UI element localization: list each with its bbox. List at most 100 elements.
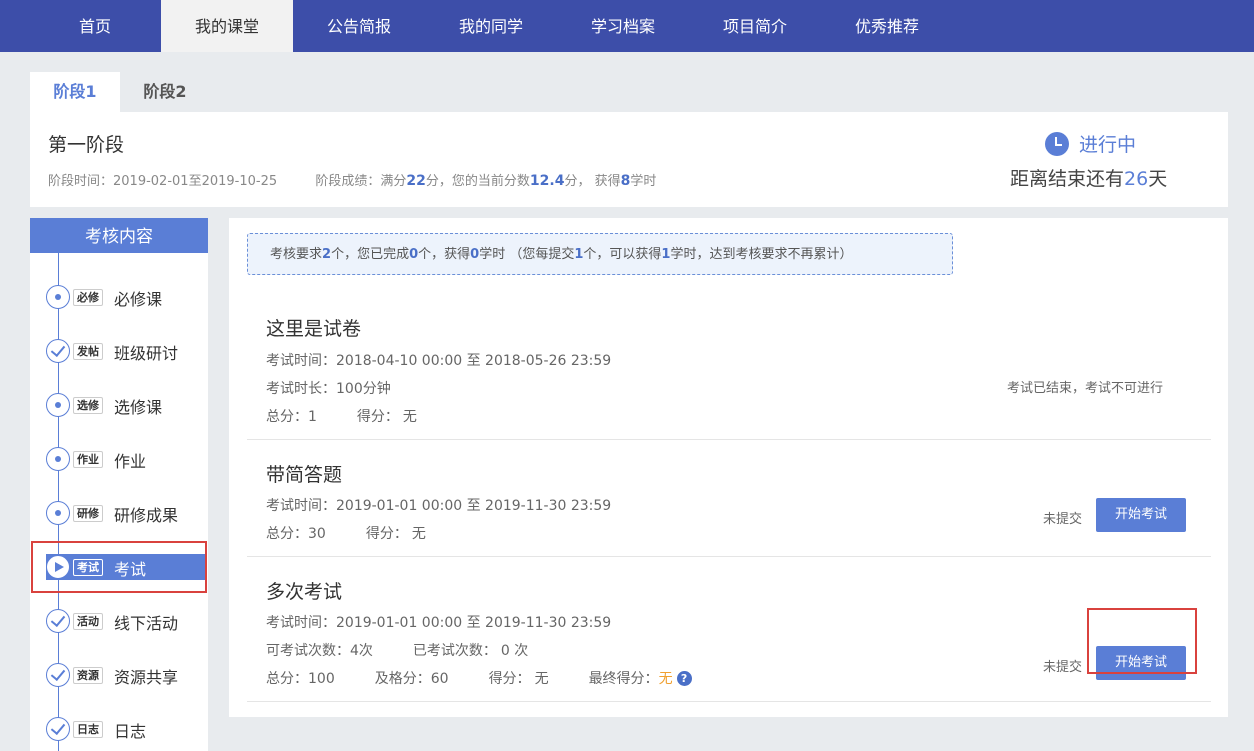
stage-time-label: 阶段时间： (48, 174, 114, 189)
sidebar-item-elective-course[interactable]: 选修 选修课 (30, 390, 208, 420)
sidebar-item-homework[interactable]: 作业 作业 (30, 444, 208, 474)
sidebar-item-tag: 选修 (73, 397, 103, 414)
progress-dot-icon (46, 447, 70, 471)
highlight-box-start-button (1087, 608, 1197, 674)
notice-text: 学时 （您每提交 (479, 247, 575, 262)
nav-item-project-intro[interactable]: 项目简介 (689, 0, 821, 52)
sidebar-title: 考核内容 (30, 218, 208, 253)
sidebar-item-label: 班级研讨 (114, 344, 179, 363)
exam-total-label: 总分： (266, 409, 308, 425)
remain-unit: 天 (1148, 168, 1168, 190)
stage-hours: 8 (620, 173, 631, 189)
sidebar-item-log[interactable]: 日志 日志 (30, 714, 208, 744)
stage-full-score: 22 (406, 173, 426, 189)
exam-title: 多次考试 (266, 581, 343, 603)
sidebar-item-tag: 日志 (73, 721, 103, 738)
exam-time: 考试时间：2019-01-01 00:00 至 2019-11-30 23:59 (266, 612, 651, 632)
sidebar-item-label: 线下活动 (114, 614, 179, 633)
exam-time-value: 2018-04-10 00:00 至 2018-05-26 23:59 (336, 353, 612, 369)
exam-scores: 总分：100 及格分：60 得分：无最终得分：无? (266, 668, 692, 688)
exam-pass-label: 及格分： (374, 671, 431, 687)
status-text: 进行中 (1079, 134, 1137, 156)
exam-got-value: 无 (534, 671, 549, 687)
exam-got-value: 无 (402, 409, 417, 425)
exam-total-value: 100 (308, 671, 335, 687)
stage-panel: 第一阶段 阶段时间：2019-02-01至2019-10-25 阶段成绩：满分2… (30, 112, 1228, 207)
exam-time-value: 2019-01-01 00:00 至 2019-11-30 23:59 (336, 498, 612, 514)
notice-done: 0 (409, 247, 419, 262)
exam-duration: 考试时长：100分钟 (266, 378, 431, 398)
exam-total-label: 总分： (266, 526, 308, 542)
nav-item-announcements[interactable]: 公告简报 (293, 0, 425, 52)
sidebar-item-tag: 研修 (73, 505, 103, 522)
exam-time-value: 2019-01-01 00:00 至 2019-11-30 23:59 (336, 615, 612, 631)
exam-attempts-value: 4次 (350, 643, 373, 659)
exam-status: 未提交 (1043, 512, 1083, 527)
tab-stage-2[interactable]: 阶段2 (120, 72, 210, 112)
exam-got-label: 得分： (365, 526, 408, 542)
exam-taken-label: 已考试次数： (412, 643, 497, 659)
exam-item: 多次考试 考试时间：2019-01-01 00:00 至 2019-11-30 … (247, 557, 1211, 702)
sidebar-item-tag: 必修 (73, 289, 103, 306)
stage-score-text: 分，您的当前分数 (425, 174, 530, 189)
tab-stage-1[interactable]: 阶段1 (30, 72, 120, 112)
exam-final-label: 最终得分： (588, 671, 659, 687)
stage-score-label: 阶段成绩：满分 (315, 174, 407, 189)
nav-item-my-classroom[interactable]: 我的课堂 (161, 0, 293, 52)
exam-got-label: 得分： (356, 409, 399, 425)
nav-item-classmates[interactable]: 我的同学 (425, 0, 557, 52)
progress-dot-icon (46, 393, 70, 417)
remaining-days: 距离结束还有26天 (1010, 164, 1167, 191)
exam-list-panel: 考核要求2个，您已完成0个，获得0学时 （您每提交1个，可以获得1学时，达到考核… (229, 218, 1228, 717)
exam-title: 这里是试卷 (266, 318, 362, 340)
stage-hours-unit: 学时 (630, 174, 657, 189)
sidebar-item-label: 选修课 (114, 398, 163, 417)
sidebar-item-label: 作业 (114, 452, 147, 471)
progress-dot-icon (46, 285, 70, 309)
notice-text: 考核要求 (270, 247, 323, 262)
exam-total-label: 总分： (266, 671, 308, 687)
check-icon (46, 717, 70, 741)
stage-meta: 阶段时间：2019-02-01至2019-10-25 阶段成绩：满分22分，您的… (48, 170, 656, 189)
notice-text: 个，可以获得 (583, 247, 662, 262)
notice-required: 2 (322, 247, 332, 262)
remain-days-value: 26 (1124, 168, 1149, 190)
sidebar-item-label: 资源共享 (114, 668, 179, 687)
exam-attempts: 可考试次数：4次 已考试次数： 0 次 (266, 640, 568, 660)
exam-got-label: 得分： (488, 671, 531, 687)
exam-got-value: 无 (411, 526, 426, 542)
stage-time-range: 2019-02-01至2019-10-25 (113, 174, 278, 189)
nav-item-recommendations[interactable]: 优秀推荐 (821, 0, 953, 52)
exam-scores: 总分：30 得分：无 (266, 523, 466, 543)
top-nav: 首页 我的课堂 公告简报 我的同学 学习档案 项目简介 优秀推荐 (0, 0, 1254, 52)
exam-time-label: 考试时间： (266, 353, 336, 369)
nav-item-home[interactable]: 首页 (29, 0, 161, 52)
notice-text: 个，您已完成 (331, 247, 410, 262)
sidebar-item-research-results[interactable]: 研修 研修成果 (30, 498, 208, 528)
remain-label: 距离结束还有 (1010, 168, 1125, 190)
check-icon (46, 339, 70, 363)
check-icon (46, 663, 70, 687)
clock-icon (1045, 132, 1069, 156)
progress-dot-icon (46, 501, 70, 525)
stage-score-text-2: 分， 获得 (564, 174, 621, 189)
exam-time: 考试时间：2018-04-10 00:00 至 2018-05-26 23:59 (266, 350, 651, 370)
exam-attempts-label: 可考试次数： (266, 643, 350, 659)
exam-item: 带简答题 考试时间：2019-01-01 00:00 至 2019-11-30 … (247, 440, 1211, 557)
sidebar-item-tag: 发帖 (73, 343, 103, 360)
help-icon[interactable]: ? (676, 671, 692, 686)
notice-hours: 0 (470, 247, 480, 262)
exam-status: 考试已结束，考试不可进行 (1007, 381, 1164, 396)
nav-item-learning-records[interactable]: 学习档案 (557, 0, 689, 52)
exam-pass-value: 60 (430, 671, 449, 687)
sidebar-item-resource-sharing[interactable]: 资源 资源共享 (30, 660, 208, 690)
sidebar-item-required-course[interactable]: 必修 必修课 (30, 282, 208, 312)
sidebar-item-offline-activity[interactable]: 活动 线下活动 (30, 606, 208, 636)
exam-time-label: 考试时间： (266, 615, 336, 631)
sidebar-item-label: 日志 (114, 722, 147, 741)
stage-title: 第一阶段 (48, 134, 125, 156)
start-exam-button[interactable]: 开始考试 (1096, 498, 1186, 532)
exam-total-value: 30 (308, 526, 326, 542)
check-icon (46, 609, 70, 633)
sidebar-item-class-discussion[interactable]: 发帖 班级研讨 (30, 336, 208, 366)
